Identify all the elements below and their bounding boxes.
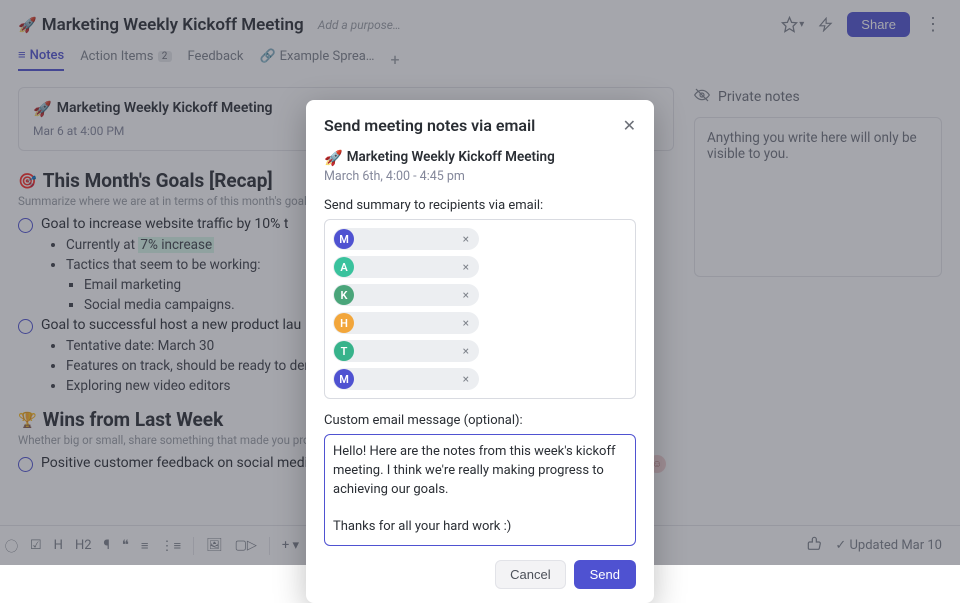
send-email-modal: Send meeting notes via email ✕ 🚀 Marketi… (306, 100, 654, 603)
avatar: M (334, 229, 354, 249)
avatar: H (334, 313, 354, 333)
recipient-chip[interactable]: A× (333, 256, 479, 278)
avatar: T (334, 341, 354, 361)
remove-recipient-icon[interactable]: × (463, 316, 473, 330)
message-label: Custom email message (optional): (324, 413, 636, 428)
remove-recipient-icon[interactable]: × (463, 372, 473, 386)
modal-subtitle: Marketing Weekly Kickoff Meeting (347, 149, 555, 167)
close-icon[interactable]: ✕ (623, 116, 636, 135)
recipient-chip[interactable]: M× (333, 368, 479, 390)
recipients-input[interactable]: M×A×K×H×T×M× (324, 219, 636, 399)
modal-time: March 6th, 4:00 - 4:45 pm (324, 169, 636, 184)
remove-recipient-icon[interactable]: × (463, 232, 473, 246)
rocket-icon: 🚀 (324, 149, 343, 167)
remove-recipient-icon[interactable]: × (463, 260, 473, 274)
recipient-chip[interactable]: T× (333, 340, 479, 362)
remove-recipient-icon[interactable]: × (463, 288, 473, 302)
recipients-label: Send summary to recipients via email: (324, 198, 636, 213)
avatar: M (334, 369, 354, 389)
avatar: A (334, 257, 354, 277)
custom-message-input[interactable]: Hello! Here are the notes from this week… (324, 434, 636, 546)
recipient-chip[interactable]: H× (333, 312, 479, 334)
recipient-chip[interactable]: M× (333, 228, 479, 250)
recipient-chip[interactable]: K× (333, 284, 479, 306)
avatar: K (334, 285, 354, 305)
remove-recipient-icon[interactable]: × (463, 344, 473, 358)
modal-title: Send meeting notes via email (324, 116, 535, 135)
